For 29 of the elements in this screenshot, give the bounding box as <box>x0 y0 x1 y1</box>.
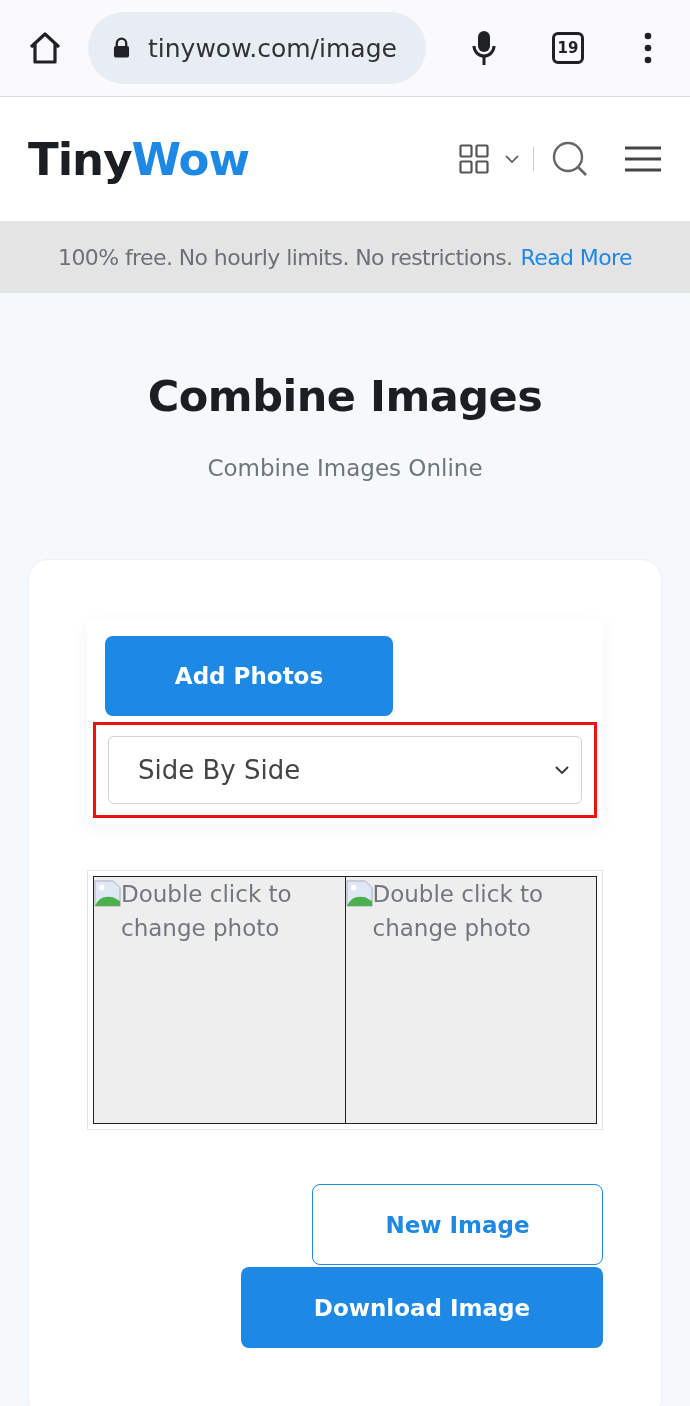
broken-image-icon <box>94 880 121 907</box>
select-value: Side By Side <box>138 755 301 785</box>
page-subtitle: Combine Images Online <box>207 455 483 481</box>
read-more-link[interactable]: Read More <box>520 244 632 270</box>
grid-icon[interactable] <box>459 144 489 174</box>
microphone-icon[interactable] <box>472 30 496 66</box>
image-alt-text: Double click to change photo <box>121 880 293 943</box>
more-options-icon[interactable] <box>644 32 652 64</box>
page-title: Combine Images <box>147 371 543 421</box>
chevron-down-icon[interactable] <box>505 155 519 163</box>
banner-text: 100% free. No hourly limits. No restrictions. <box>58 244 513 270</box>
download-button[interactable]: Download Image <box>241 1267 603 1348</box>
photo-slot[interactable]: Double click to change photo <box>94 877 346 1123</box>
chevron-down-icon <box>555 766 569 774</box>
broken-image-icon <box>345 880 373 907</box>
url-text: tinywow.com/image <box>148 33 397 63</box>
tab-count-button[interactable]: 19 <box>552 32 584 64</box>
lock-icon <box>113 37 130 59</box>
layout-select[interactable]: Side By Side <box>108 736 582 804</box>
image-alt-text: Double click to change photo <box>372 880 545 943</box>
photo-slot[interactable]: Double click to change photo <box>345 877 596 1123</box>
add-photos-button[interactable]: Add Photos <box>105 636 393 716</box>
home-icon[interactable] <box>28 31 62 65</box>
address-bar[interactable]: tinywow.com/image <box>88 12 426 84</box>
menu-icon[interactable] <box>624 146 662 172</box>
new-image-button[interactable]: New Image <box>312 1184 603 1265</box>
search-icon[interactable] <box>552 141 588 177</box>
logo-text: Wow <box>131 132 250 186</box>
logo-text: Tiny <box>28 132 132 186</box>
